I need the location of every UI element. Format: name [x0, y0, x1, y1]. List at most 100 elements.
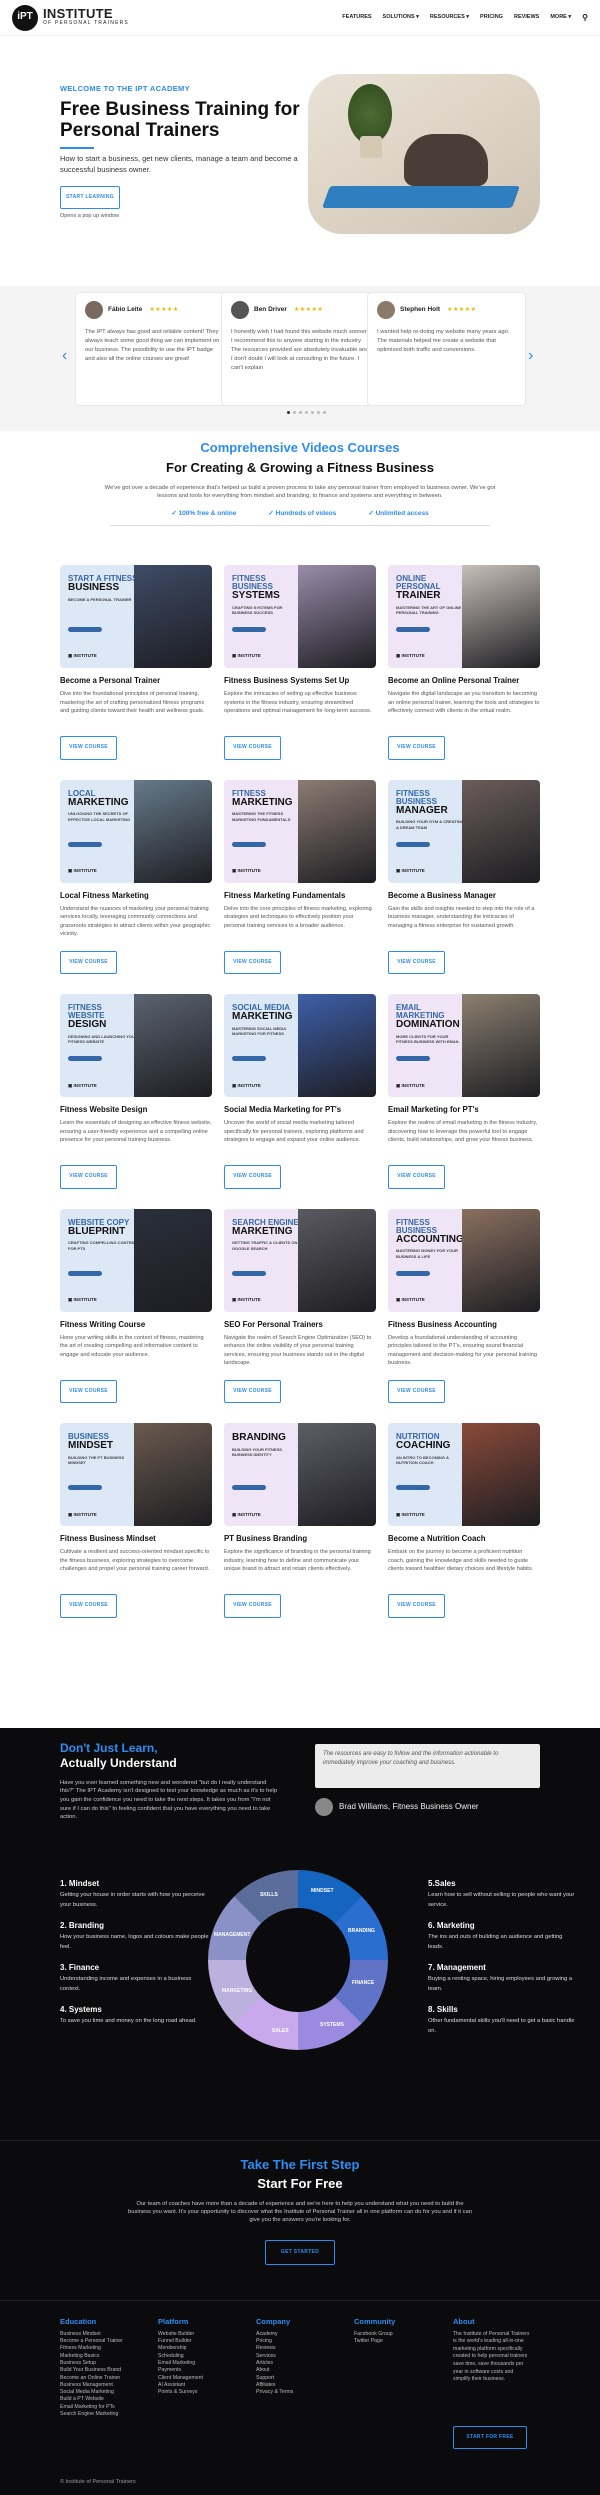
- course-thumbnail[interactable]: EMAIL MARKETING DOMINATION MORE CLIENTS FO…: [388, 994, 540, 1098]
- thumb-pill: [68, 1270, 102, 1276]
- course-thumbnail[interactable]: FITNESS BUSINESS MANAGER BUILDING YOUR GYM…: [388, 779, 540, 883]
- course-title[interactable]: Fitness Writing Course: [60, 1319, 212, 1330]
- course-thumbnail[interactable]: FITNESS BUSINESS ACCOUNTING MASTERING MONE…: [388, 1208, 540, 1312]
- course-title[interactable]: Fitness Business Systems Set Up: [224, 675, 376, 686]
- course-title[interactable]: Become an Online Personal Trainer: [388, 675, 540, 686]
- course-thumbnail[interactable]: BUSINESS MINDSET BUILDING THE PT BUSINESS …: [60, 1423, 212, 1527]
- footer-link[interactable]: Email Marketing for PTs: [60, 2404, 150, 2411]
- view-course-button[interactable]: VIEW COURSE: [60, 736, 117, 760]
- footer-link[interactable]: Articles: [256, 2360, 346, 2367]
- view-course-button[interactable]: VIEW COURSE: [388, 1594, 445, 1618]
- pillar-management: 7. Management Buying a renting space, hir…: [428, 1963, 573, 1992]
- course-thumbnail[interactable]: FITNESS MARKETING MASTERING THE FITNESS MA…: [224, 779, 376, 883]
- course-title[interactable]: Social Media Marketing for PT's: [224, 1104, 376, 1115]
- footer-link[interactable]: Email Marketing: [158, 2360, 248, 2367]
- footer-link[interactable]: Points & Surveys: [158, 2389, 248, 2396]
- thumb-line-1: FITNESS BUSINESS: [232, 574, 273, 591]
- footer-link[interactable]: Scheduling: [158, 2353, 248, 2360]
- course-thumbnail[interactable]: SOCIAL MEDIA MARKETING MASTERING SOCIAL ME…: [224, 994, 376, 1098]
- course-title[interactable]: Become a Nutrition Coach: [388, 1533, 540, 1544]
- course-thumbnail[interactable]: FITNESS BUSINESS SYSTEMS CRAFTING SYSTEMS …: [224, 565, 376, 668]
- footer-link[interactable]: Search Engine Marketing: [60, 2411, 150, 2418]
- course-thumbnail[interactable]: WEBSITE COPY BLUEPRINT CRAFTING COMPELLING…: [60, 1208, 212, 1312]
- brand-logo[interactable]: iPT INSTITUTE OF PERSONAL TRAINERS: [12, 4, 129, 31]
- course-thumbnail[interactable]: FITNESS WEBSITE DESIGN DESIGNING AND LAUNC…: [60, 994, 212, 1098]
- nav-features[interactable]: FEATURES: [342, 14, 371, 22]
- wheel-label-branding: BRANDING: [348, 1928, 375, 1934]
- course-title[interactable]: SEO For Personal Trainers: [224, 1319, 376, 1330]
- start-learning-button[interactable]: START LEARNING: [60, 185, 120, 209]
- pillar-finance: 3. Finance Understanding income and expen…: [60, 1963, 192, 1992]
- nav-pricing[interactable]: PRICING: [480, 14, 503, 22]
- view-course-button[interactable]: VIEW COURSE: [224, 1379, 281, 1404]
- view-course-button[interactable]: VIEW COURSE: [60, 1165, 117, 1189]
- footer-link[interactable]: Funnel Builder: [158, 2338, 248, 2345]
- footer-link[interactable]: Pricing: [256, 2338, 346, 2345]
- course-photo: [134, 1423, 212, 1527]
- footer-link[interactable]: About: [256, 2367, 346, 2374]
- course-description: Dive into the foundational principles of…: [60, 691, 205, 715]
- course-title[interactable]: Email Marketing for PT's: [388, 1104, 540, 1115]
- course-card: NUTRITION COACHING AN INTRO TO BECOMING A …: [388, 1423, 540, 1618]
- view-course-button[interactable]: VIEW COURSE: [224, 736, 281, 760]
- course-thumbnail[interactable]: BRANDING BUILDING YOUR FITNESS BUSINESS I…: [224, 1423, 376, 1527]
- footer-link[interactable]: Twitter Page: [354, 2338, 444, 2345]
- view-course-button[interactable]: VIEW COURSE: [388, 1379, 445, 1404]
- footer-link[interactable]: Business Setup: [60, 2360, 150, 2367]
- nav-solutions[interactable]: SOLUTIONS ▾: [383, 14, 419, 22]
- thumb-line-2: MARKETING: [232, 1225, 293, 1237]
- footer-link[interactable]: Payments: [158, 2367, 248, 2374]
- nav-reviews[interactable]: REVIEWS: [514, 14, 539, 22]
- view-course-button[interactable]: VIEW COURSE: [388, 736, 445, 760]
- thumb-logo: ▣ INSTITUTE: [396, 1511, 425, 1517]
- footer-link[interactable]: Become an Online Trainer: [60, 2375, 150, 2382]
- footer-link[interactable]: Build a PT Website: [60, 2396, 150, 2403]
- view-course-button[interactable]: VIEW COURSE: [388, 950, 445, 975]
- footer-link[interactable]: Services: [256, 2353, 346, 2360]
- view-course-button[interactable]: VIEW COURSE: [224, 1594, 281, 1618]
- start-for-free-button[interactable]: START FOR FREE: [453, 2426, 527, 2450]
- course-thumbnail[interactable]: NUTRITION COACHING AN INTRO TO BECOMING A …: [388, 1423, 540, 1527]
- course-thumbnail[interactable]: LOCAL MARKETING UNLOCKING THE SECRETS OF E…: [60, 779, 212, 883]
- footer-link[interactable]: Privacy & Terms: [256, 2389, 346, 2396]
- view-course-button[interactable]: VIEW COURSE: [224, 950, 281, 975]
- course-thumbnail[interactable]: SEARCH ENGINE MARKETING GETTING TRAFFIC & …: [224, 1208, 376, 1312]
- nav-more[interactable]: MORE ▾: [550, 14, 571, 22]
- footer-link[interactable]: Build Your Business Brand: [60, 2367, 150, 2374]
- footer-link[interactable]: Marketing Basics: [60, 2353, 150, 2360]
- course-title[interactable]: Fitness Business Accounting: [388, 1319, 540, 1330]
- course-title[interactable]: Fitness Website Design: [60, 1104, 212, 1115]
- footer-link[interactable]: Membership: [158, 2345, 248, 2352]
- footer-link[interactable]: Fitness Marketing: [60, 2345, 150, 2352]
- get-started-button[interactable]: GET STARTED: [265, 2239, 335, 2266]
- footer-link[interactable]: Become a Personal Trainer: [60, 2338, 150, 2345]
- footer-link[interactable]: Client Management: [158, 2375, 248, 2382]
- footer-link[interactable]: Academy: [256, 2331, 346, 2338]
- course-title[interactable]: Become a Personal Trainer: [60, 675, 212, 686]
- footer-link[interactable]: Business Mindset: [60, 2331, 150, 2338]
- search-icon[interactable]: ⚲: [582, 12, 588, 24]
- footer-link[interactable]: Facebook Group: [354, 2331, 444, 2338]
- footer-link[interactable]: Website Builder: [158, 2331, 248, 2338]
- course-thumbnail[interactable]: START A FITNESS BUSINESS BECOME A PERSONAL…: [60, 565, 212, 668]
- course-title[interactable]: Fitness Marketing Fundamentals: [224, 890, 376, 901]
- view-course-button[interactable]: VIEW COURSE: [60, 1594, 117, 1618]
- footer-link[interactable]: Social Media Marketing: [60, 2389, 150, 2396]
- view-course-button[interactable]: VIEW COURSE: [60, 950, 117, 975]
- view-course-button[interactable]: VIEW COURSE: [224, 1165, 281, 1189]
- footer-link[interactable]: Support: [256, 2375, 346, 2382]
- course-title[interactable]: Fitness Business Mindset: [60, 1533, 212, 1544]
- footer-link[interactable]: Business Management: [60, 2382, 150, 2389]
- footer-link[interactable]: Affiliates: [256, 2382, 346, 2389]
- course-title[interactable]: Become a Business Manager: [388, 890, 540, 901]
- view-course-button[interactable]: VIEW COURSE: [388, 1165, 445, 1189]
- course-title[interactable]: Local Fitness Marketing: [60, 890, 212, 901]
- view-course-button[interactable]: VIEW COURSE: [60, 1379, 117, 1404]
- next-arrow-icon[interactable]: ›: [528, 344, 533, 367]
- prev-arrow-icon[interactable]: ‹: [62, 344, 67, 367]
- nav-resources[interactable]: RESOURCES ▾: [430, 14, 469, 22]
- footer-link[interactable]: Reviews: [256, 2345, 346, 2352]
- course-title[interactable]: PT Business Branding: [224, 1533, 376, 1544]
- footer-link[interactable]: AI Assistant: [158, 2382, 248, 2389]
- course-thumbnail[interactable]: ONLINE PERSONAL TRAINER MASTERING THE ART …: [388, 565, 540, 668]
